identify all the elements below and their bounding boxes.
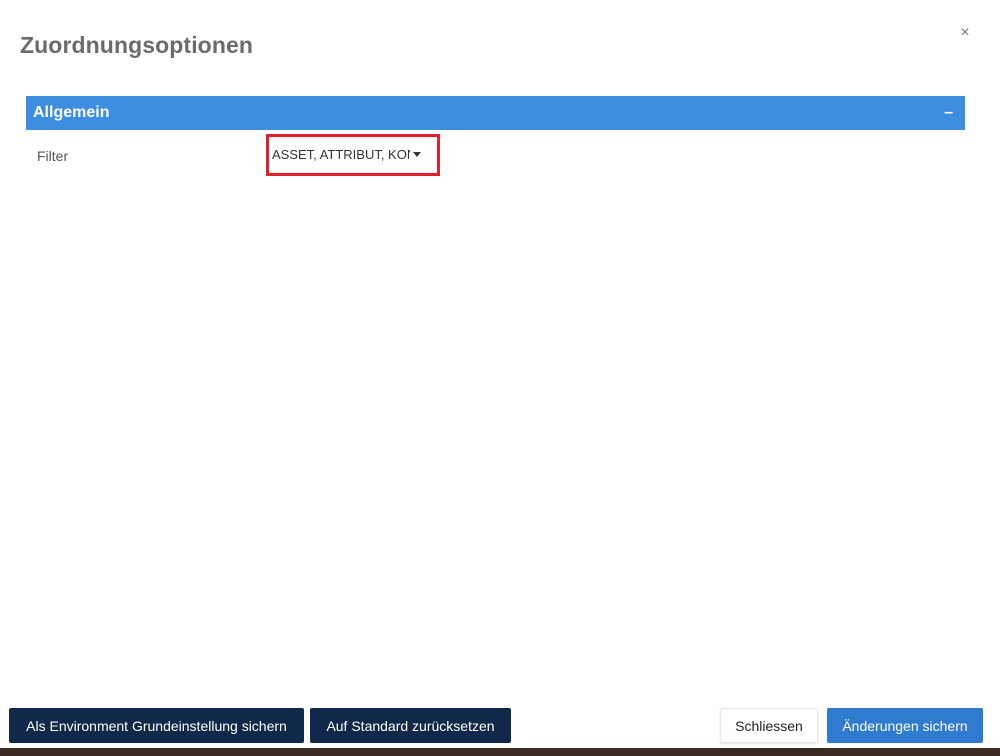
filter-selected-value: ASSET, ATTRIBUT, KON	[272, 147, 410, 162]
save-changes-button[interactable]: Änderungen sichern	[827, 708, 983, 743]
dialog-title: Zuordnungsoptionen	[20, 32, 254, 58]
reset-to-default-button[interactable]: Auf Standard zurücksetzen	[310, 708, 511, 743]
save-environment-default-button[interactable]: Als Environment Grundeinstellung sichern	[9, 708, 304, 743]
close-icon[interactable]: ×	[954, 22, 976, 44]
background-strip	[0, 748, 1000, 756]
collapse-icon[interactable]: –	[940, 104, 957, 122]
close-button[interactable]: Schliessen	[720, 708, 818, 743]
section-title: Allgemein	[33, 104, 110, 121]
caret-down-icon	[413, 152, 421, 157]
mapping-options-dialog: Zuordnungsoptionen × Allgemein – Filter …	[0, 0, 1000, 756]
filter-dropdown[interactable]: ASSET, ATTRIBUT, KON	[266, 134, 440, 176]
filter-label: Filter	[37, 148, 69, 164]
section-header-general[interactable]: Allgemein –	[26, 96, 965, 130]
